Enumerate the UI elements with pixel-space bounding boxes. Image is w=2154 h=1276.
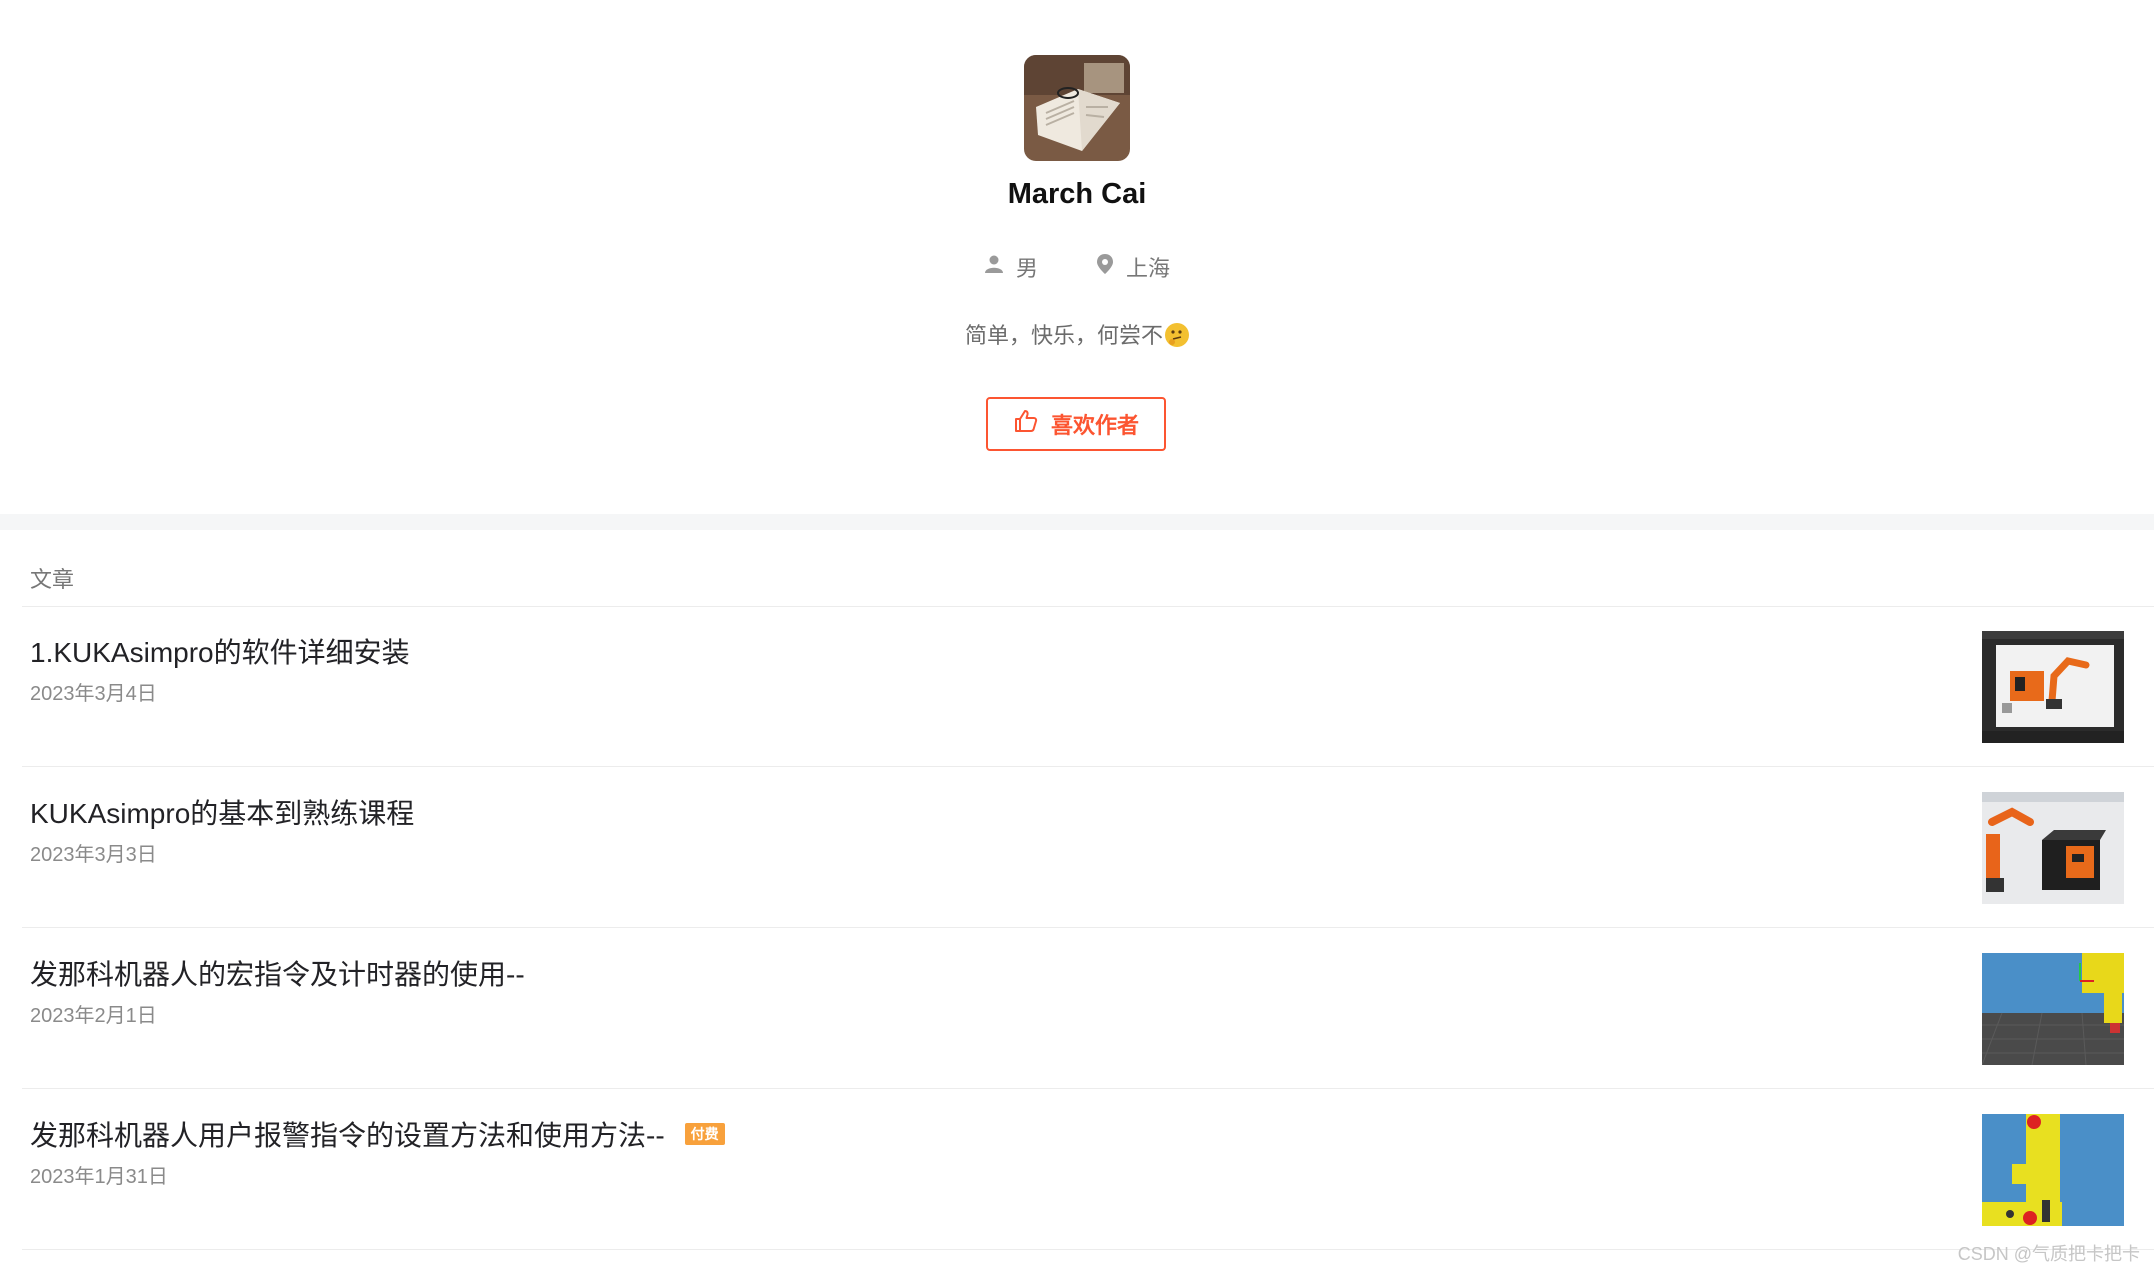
location-text: 上海 [1126,256,1171,281]
location-item: 上海 [1096,251,1170,283]
user-icon [984,254,1004,280]
article-item[interactable]: 发那科机器人的宏指令及计时器的使用-- 2023年2月1日 [22,929,2154,1089]
avatar[interactable] [1024,55,1130,161]
thumbs-up-icon [1013,408,1039,440]
article-date: 2023年3月4日 [30,683,157,705]
like-author-button[interactable]: 喜欢作者 [986,397,1166,451]
article-thumbnail[interactable] [1982,792,2124,904]
article-thumbnail[interactable] [1982,1114,2124,1226]
article-item[interactable]: 1.KUKAsimpro的软件详细安装 2023年3月4日 [22,607,2154,767]
bio-text: 简单，快乐，何尝不 [964,323,1163,348]
profile-header: March Cai 男 上海 简单，快乐，何尝不 喜欢作者 [0,0,2154,514]
like-author-label: 喜欢作者 [1050,413,1139,438]
article-title[interactable]: 发那科机器人用户报警指令的设置方法和使用方法-- [30,1114,665,1154]
article-date: 2023年2月1日 [30,1005,157,1027]
article-title-row: 发那科机器人的宏指令及计时器的使用-- [30,953,525,993]
article-date: 2023年3月3日 [30,844,157,866]
article-title-row: 1.KUKAsimpro的软件详细安装 [30,631,410,671]
gender-item: 男 [984,251,1038,283]
thinking-emoji-icon [1165,323,1189,347]
author-name: March Cai [1007,178,1147,210]
article-title[interactable]: 发那科机器人的宏指令及计时器的使用-- [30,953,525,993]
article-date: 2023年1月31日 [30,1166,168,1188]
article-title[interactable]: KUKAsimpro的基本到熟练课程 [30,792,414,832]
watermark: CSDN @气质把卡把卡 [1957,1244,2140,1264]
article-thumbnail[interactable] [1982,631,2124,743]
article-item[interactable]: KUKAsimpro的基本到熟练课程 2023年3月3日 [22,768,2154,928]
article-title-row: 发那科机器人用户报警指令的设置方法和使用方法-- 付费 [30,1114,725,1154]
article-title[interactable]: 1.KUKAsimpro的软件详细安装 [30,631,410,671]
article-thumbnail[interactable] [1982,953,2124,1065]
bio: 简单，快乐，何尝不 [0,318,2154,350]
profile-meta: 男 上海 [0,252,2154,282]
articles-section-label: 文章 [30,567,75,592]
section-divider [0,514,2154,530]
article-item[interactable]: 发那科机器人用户报警指令的设置方法和使用方法-- 付费 2023年1月31日 [22,1090,2154,1250]
location-pin-icon [1096,253,1114,281]
article-title-row: KUKAsimpro的基本到熟练课程 [30,792,414,832]
gender-text: 男 [1015,256,1038,281]
paid-badge: 付费 [684,1123,725,1145]
